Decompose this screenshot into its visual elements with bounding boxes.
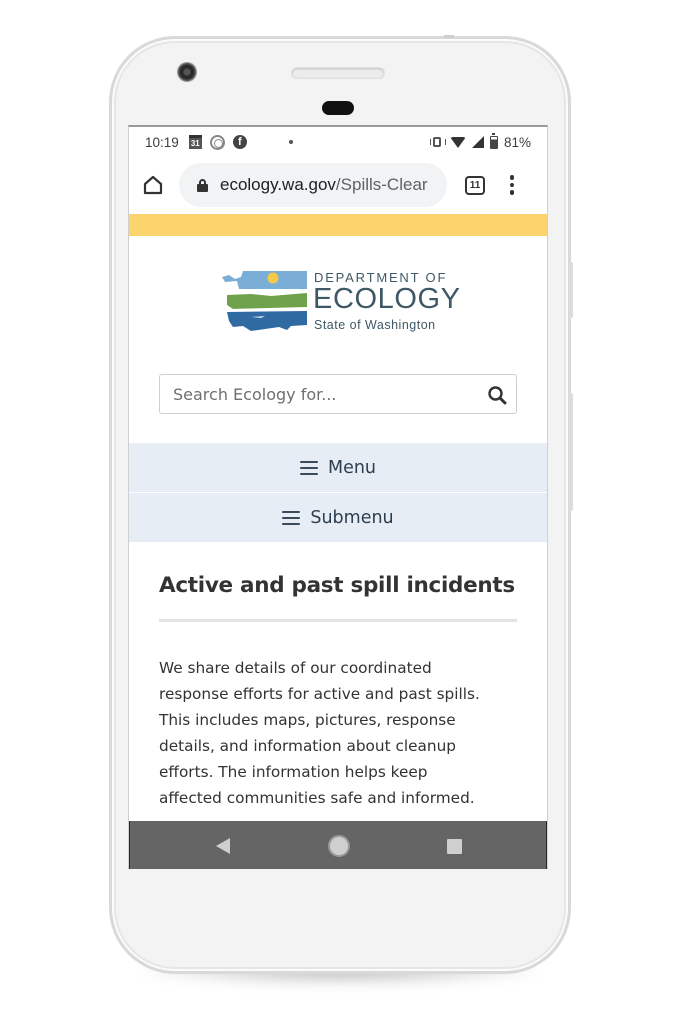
browser-menu-button[interactable]	[509, 175, 515, 195]
home-circle-icon[interactable]	[330, 837, 348, 855]
paragraph-line: affected communities safe and informed.	[159, 789, 475, 807]
intro-paragraph: We share details of our coordinated resp…	[159, 655, 519, 811]
vibrate-icon	[429, 137, 446, 147]
hamburger-icon	[299, 460, 318, 475]
lock-icon	[197, 178, 208, 192]
url-path: /Spills-Clear	[335, 175, 428, 194]
more-vert-dot	[509, 190, 515, 195]
more-vert-dot	[509, 182, 515, 188]
phone-screen: 10:19 31 f 81% ecology.wa.gov/Spills-Cle…	[128, 125, 548, 869]
paragraph-line: This includes maps, pictures, response	[159, 711, 456, 729]
menu-label: Menu	[327, 457, 377, 478]
battery-percent: 81%	[503, 134, 531, 150]
android-navigation-bar	[129, 821, 547, 869]
front-camera	[178, 63, 196, 81]
url-host: ecology.wa.gov	[220, 175, 336, 194]
battery-icon	[489, 132, 498, 149]
hotspot-icon	[209, 134, 225, 150]
alert-banner	[129, 214, 547, 236]
earpiece-speaker	[292, 68, 384, 78]
facebook-icon: f	[232, 135, 247, 149]
recent-apps-icon[interactable]	[447, 839, 462, 854]
phone-top-mark	[444, 35, 454, 38]
paragraph-line: response efforts for active and past spi…	[159, 685, 480, 703]
calendar-icon: 31	[188, 135, 202, 149]
more-vert-icon	[509, 175, 515, 180]
browser-toolbar: ecology.wa.gov/Spills-Clear 11	[129, 157, 547, 213]
washington-state-logo-icon	[222, 271, 307, 331]
status-bar: 10:19 31 f 81%	[129, 127, 547, 157]
submenu-button[interactable]: Submenu	[129, 493, 547, 542]
logo-state: State of Washington	[314, 318, 436, 332]
proximity-sensor	[322, 101, 354, 115]
search-input[interactable]	[173, 375, 473, 413]
status-time: 10:19	[145, 134, 179, 150]
hamburger-icon	[282, 510, 301, 525]
paragraph-line: efforts. The information helps keep	[159, 763, 428, 781]
cell-signal-icon	[471, 136, 484, 148]
search-box	[159, 374, 517, 414]
ecology-logo[interactable]: DEPARTMENT OF ECOLOGY State of Washingto…	[221, 267, 461, 335]
logo-ecology: ECOLOGY	[313, 283, 461, 315]
wifi-icon	[449, 136, 466, 148]
page-title: Active and past spill incidents	[159, 573, 515, 598]
menu-button[interactable]: Menu	[129, 443, 547, 492]
search-icon[interactable]	[487, 385, 507, 405]
volume-button	[569, 262, 573, 318]
submenu-label: Submenu	[310, 507, 394, 528]
back-icon[interactable]	[216, 838, 230, 854]
home-button[interactable]	[141, 173, 165, 197]
paragraph-line: details, and information about cleanup	[159, 737, 457, 755]
title-divider	[159, 619, 517, 622]
address-bar[interactable]: ecology.wa.gov/Spills-Clear	[179, 163, 447, 207]
home-icon	[143, 175, 163, 195]
power-button	[569, 393, 573, 511]
tab-switcher-button[interactable]: 11	[465, 175, 485, 195]
paragraph-line: We share details of our coordinated	[159, 659, 432, 677]
more-notifications-dot	[288, 140, 293, 144]
